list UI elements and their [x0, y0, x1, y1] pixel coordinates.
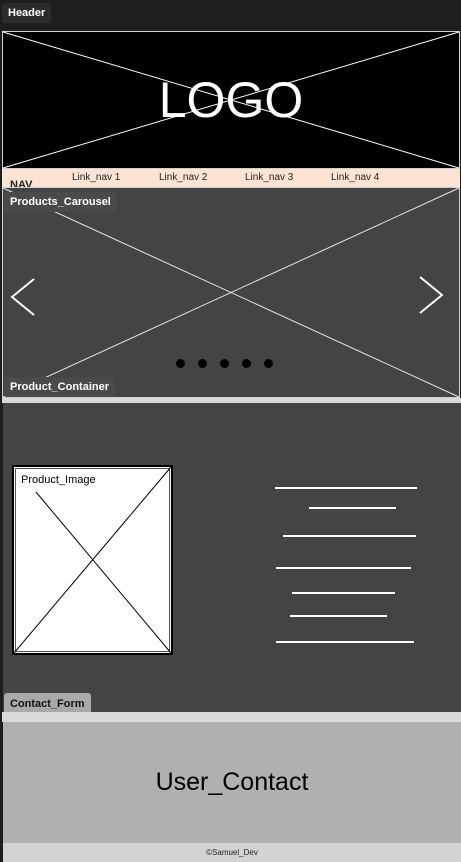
- text-line: [283, 535, 416, 537]
- chevron-right-icon[interactable]: [416, 275, 446, 315]
- carousel-tag: Products_Carousel: [4, 192, 117, 212]
- nav-link-3[interactable]: Link_nav 3: [245, 172, 293, 184]
- user-contact-title: User_Contact: [155, 768, 309, 796]
- carousel-placeholder-cross: [2, 187, 460, 398]
- image-placeholder-cross: [13, 466, 172, 654]
- text-line: [276, 567, 411, 569]
- carousel-dot[interactable]: [264, 359, 273, 368]
- product-image-label: Product_Image: [21, 474, 96, 486]
- product-image: Product_Image: [12, 465, 173, 655]
- text-line: [309, 507, 396, 509]
- contact-section: User_Contact: [3, 722, 461, 843]
- carousel-dot[interactable]: [176, 359, 185, 368]
- products-carousel: [2, 187, 460, 398]
- chevron-left-icon[interactable]: [8, 277, 38, 317]
- carousel-dot[interactable]: [242, 359, 251, 368]
- text-line: [292, 592, 395, 594]
- footer-copyright: ©Samuel_Dev: [206, 848, 258, 857]
- text-line: [276, 641, 414, 643]
- section-divider: [2, 712, 461, 722]
- text-line: [290, 615, 387, 617]
- nav-link-4[interactable]: Link_nav 4: [331, 172, 379, 184]
- nav-bar: [2, 169, 460, 187]
- carousel-dot[interactable]: [198, 359, 207, 368]
- nav-link-1[interactable]: Link_nav 1: [72, 172, 120, 184]
- nav-link-2[interactable]: Link_nav 2: [159, 172, 207, 184]
- footer: ©Samuel_Dev: [3, 843, 461, 862]
- carousel-dot[interactable]: [220, 359, 229, 368]
- product-container-tag: Product_Container: [4, 377, 116, 397]
- text-line: [275, 487, 417, 489]
- logo-text[interactable]: LOGO: [3, 72, 459, 128]
- header-logo-area: LOGO: [2, 31, 460, 169]
- header-tag: Header: [2, 3, 52, 23]
